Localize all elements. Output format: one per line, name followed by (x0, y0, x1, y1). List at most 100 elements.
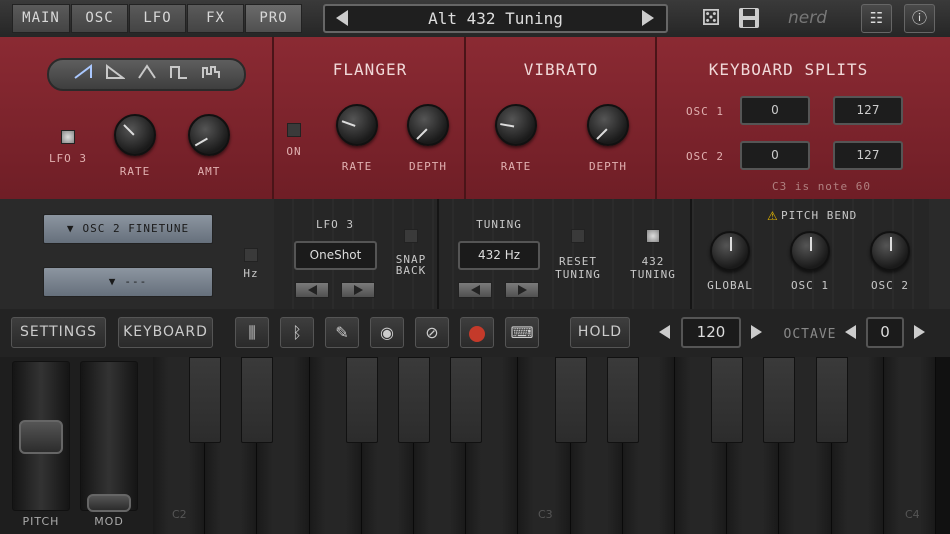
prev-preset-icon[interactable] (336, 10, 348, 26)
tab-main[interactable]: MAIN (12, 4, 70, 33)
lfo3-prev-button[interactable] (295, 282, 329, 298)
vibrato-depth-label: DEPTH (588, 160, 628, 173)
black-key[interactable] (711, 357, 744, 443)
flanger-rate-knob[interactable] (336, 104, 378, 146)
keyboard-layout-button[interactable]: ⌨ (505, 317, 539, 348)
tab-fx[interactable]: FX (187, 4, 244, 33)
save-icon[interactable] (735, 6, 763, 32)
black-key[interactable] (763, 357, 796, 443)
black-key[interactable] (189, 357, 222, 443)
tempo-up-icon[interactable] (751, 325, 762, 339)
snap-back-toggle[interactable] (404, 229, 418, 243)
info-icon: ⓘ (911, 9, 927, 27)
square-wave-icon[interactable] (166, 64, 192, 86)
random-wave-icon[interactable] (198, 64, 224, 86)
key-label-c2: C2 (172, 508, 187, 521)
tab-lfo[interactable]: LFO (129, 4, 186, 33)
saw-up-icon[interactable] (70, 64, 96, 86)
pitch-bend-osc2-knob[interactable] (870, 231, 910, 271)
lfo3-next-button[interactable] (341, 282, 375, 298)
split-osc1-low[interactable]: 0 (740, 96, 810, 125)
tempo-display[interactable]: 120 (681, 317, 741, 348)
dice-icon[interactable]: ⚄ (697, 6, 725, 32)
edit-button[interactable]: ✎ (325, 317, 359, 348)
lfo3-led[interactable] (61, 130, 75, 144)
split-osc2-low[interactable]: 0 (740, 141, 810, 170)
reset-tuning-toggle[interactable] (571, 229, 585, 243)
arrow-left-icon (471, 285, 480, 295)
tuning-prev-button[interactable] (458, 282, 492, 298)
midi-button[interactable]: ◉ (370, 317, 404, 348)
octave-up-icon[interactable] (914, 325, 925, 339)
reset-tuning-label: RESET TUNING (555, 255, 601, 281)
flanger-rate-label: RATE (341, 160, 373, 173)
pitch-bend-global-knob[interactable] (710, 231, 750, 271)
black-key[interactable] (345, 357, 378, 443)
tab-pro[interactable]: PRO (245, 4, 302, 33)
bluetooth-button[interactable]: ᛒ (280, 317, 314, 348)
split-osc2-high[interactable]: 127 (833, 141, 903, 170)
info-button[interactable]: ⓘ (904, 4, 935, 33)
arrow-right-icon (518, 285, 527, 295)
pitch-bend-title: PITCH BEND (781, 209, 858, 222)
tuning-title: TUNING (476, 218, 522, 231)
settings-button[interactable]: SETTINGS (11, 317, 106, 348)
black-key[interactable] (398, 357, 430, 443)
432-tuning-label: 432 TUNING (630, 255, 676, 281)
next-preset-icon[interactable] (642, 10, 654, 26)
black-key[interactable] (241, 357, 274, 443)
panic-button[interactable]: ⊘ (415, 317, 449, 348)
triangle-wave-icon[interactable] (134, 64, 160, 86)
synth-app: MAIN OSC LFO FX PRO Alt 432 Tuning ⚄ ner… (0, 0, 950, 534)
chevron-down-icon: ▼ (66, 222, 75, 235)
tempo-down-icon[interactable] (659, 325, 670, 339)
keyboard-button[interactable]: KEYBOARD (118, 317, 213, 348)
chevron-down-icon: ▼ (108, 275, 117, 288)
split-osc1-high[interactable]: 127 (833, 96, 903, 125)
vibrato-depth-knob[interactable] (587, 104, 629, 146)
flanger-depth-knob[interactable] (407, 104, 449, 146)
octave-down-icon[interactable] (845, 325, 856, 339)
432-tuning-toggle[interactable] (646, 229, 660, 243)
black-key[interactable] (554, 357, 587, 443)
vibrato-rate-label: RATE (500, 160, 532, 173)
record-button[interactable] (460, 317, 494, 348)
black-key[interactable] (606, 357, 639, 443)
saw-down-icon[interactable] (102, 64, 128, 86)
key-label-c4: C4 (905, 508, 920, 521)
vibrato-rate-knob[interactable] (495, 104, 537, 146)
lfo-rate-knob[interactable] (114, 114, 156, 156)
lfo3-mode-display[interactable]: OneShot (294, 241, 377, 270)
pitch-bend-osc1-knob[interactable] (790, 231, 830, 271)
flanger-on-toggle[interactable] (287, 123, 301, 137)
flanger-title: FLANGER (332, 60, 408, 79)
pencil-icon: ✎ (335, 323, 349, 342)
tuning-next-button[interactable] (505, 282, 539, 298)
black-key[interactable] (815, 357, 848, 443)
divider (272, 37, 274, 199)
stop-icon: ⊘ (425, 323, 439, 342)
mod-wheel[interactable] (80, 361, 138, 511)
lfo-amt-label: AMT (197, 165, 221, 178)
midi-icon: ◉ (380, 323, 394, 342)
divider (437, 199, 439, 309)
mod-wheel-handle[interactable] (87, 494, 131, 512)
tab-osc[interactable]: OSC (71, 4, 128, 33)
sliders-icon: ⫼ (248, 323, 256, 342)
mod-destination-2-dropdown[interactable]: ▼ --- (43, 267, 213, 297)
preset-display[interactable]: Alt 432 Tuning (323, 4, 668, 33)
mixer-button[interactable]: ⫼ (235, 317, 269, 348)
hold-button[interactable]: HOLD (570, 317, 630, 348)
brand-logo: nerd (788, 8, 828, 28)
lfo-amt-knob[interactable] (188, 114, 230, 156)
hz-toggle[interactable] (244, 248, 258, 262)
pitch-wheel-handle[interactable] (19, 420, 63, 454)
menu-grid-button[interactable]: ☷ (861, 4, 892, 33)
mod-destination-dropdown[interactable]: ▼ OSC 2 FINETUNE (43, 214, 213, 244)
tuning-display[interactable]: 432 Hz (458, 241, 540, 270)
black-key[interactable] (450, 357, 483, 443)
flanger-on-label: ON (286, 145, 302, 158)
warning-icon: ⚠ (767, 209, 778, 223)
octave-display[interactable]: 0 (866, 317, 904, 348)
pitch-label: PITCH (22, 515, 60, 528)
